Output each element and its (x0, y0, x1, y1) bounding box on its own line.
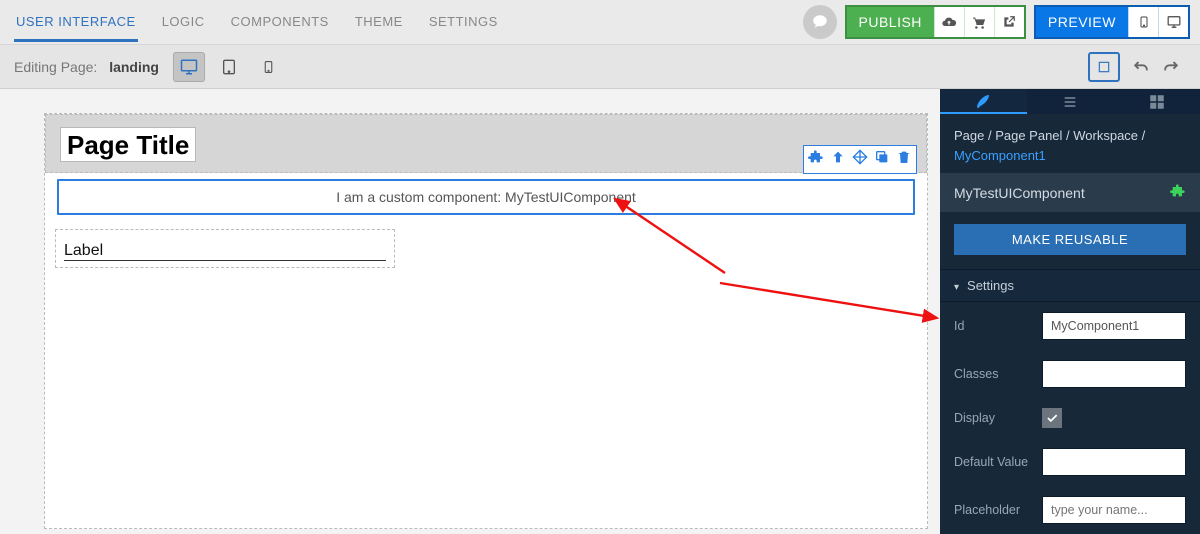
cart-icon[interactable] (964, 7, 994, 37)
cloud-upload-icon[interactable] (934, 7, 964, 37)
annotation-arrow-2 (715, 263, 940, 328)
canvas-area[interactable]: Page Title I am a custom component: MyTe… (0, 89, 940, 534)
mobile-icon[interactable] (1128, 7, 1158, 37)
nav-tabs: USER INTERFACE LOGIC COMPONENTS THEME SE… (14, 0, 500, 44)
field-classes-row: Classes (940, 350, 1200, 398)
move-icon[interactable] (852, 149, 868, 170)
field-id-input[interactable] (1042, 312, 1186, 340)
preview-label: PREVIEW (1036, 14, 1128, 30)
viewport-tablet-button[interactable] (213, 52, 245, 82)
redo-button[interactable] (1156, 52, 1186, 82)
breadcrumb-path[interactable]: Page / Page Panel / Workspace / (954, 128, 1145, 143)
make-reusable-button[interactable]: MAKE REUSABLE (954, 224, 1186, 255)
copy-icon[interactable] (874, 149, 890, 170)
tab-settings[interactable]: SETTINGS (427, 2, 500, 42)
page-frame[interactable]: Page Title I am a custom component: MyTe… (44, 113, 928, 529)
desktop-icon[interactable] (1158, 7, 1188, 37)
field-placeholder-row: Placeholder (940, 486, 1200, 534)
tab-components[interactable]: COMPONENTS (229, 2, 331, 42)
field-display-row: Display (940, 398, 1200, 438)
field-classes-label: Classes (954, 367, 1042, 381)
undo-button[interactable] (1126, 52, 1156, 82)
inspector-component-name-bar: MyTestUIComponent (940, 173, 1200, 212)
inspector-tab-style[interactable] (940, 89, 1027, 114)
breadcrumb-leaf[interactable]: MyComponent1 (954, 148, 1046, 163)
tab-user-interface[interactable]: USER INTERFACE (14, 2, 138, 42)
page-title[interactable]: Page Title (60, 127, 196, 162)
field-classes-input[interactable] (1042, 360, 1186, 388)
component-name: MyTestUIComponent (954, 185, 1085, 201)
sub-bar: Editing Page: landing (0, 45, 1200, 89)
viewport-desktop-button[interactable] (173, 52, 205, 82)
trash-icon[interactable] (896, 149, 912, 170)
field-default-value-input[interactable] (1042, 448, 1186, 476)
inspector-tab-grid[interactable] (1113, 89, 1200, 114)
puzzle-icon[interactable] (808, 149, 824, 170)
external-link-icon[interactable] (994, 7, 1024, 37)
preview-button[interactable]: PREVIEW (1034, 5, 1190, 39)
field-display-checkbox[interactable] (1042, 408, 1062, 428)
editing-page-name: landing (109, 59, 159, 75)
inspector-tab-list[interactable] (1027, 89, 1114, 114)
component-puzzle-icon (1170, 183, 1186, 202)
settings-section-header[interactable]: Settings (940, 269, 1200, 302)
tab-logic[interactable]: LOGIC (160, 2, 207, 42)
tab-theme[interactable]: THEME (353, 2, 405, 42)
publish-label: PUBLISH (847, 14, 934, 30)
label-component[interactable]: Label (55, 229, 395, 268)
viewport-mobile-button[interactable] (253, 52, 285, 82)
top-nav: USER INTERFACE LOGIC COMPONENTS THEME SE… (0, 0, 1200, 45)
field-id-row: Id (940, 302, 1200, 350)
inspector-tabs (940, 89, 1200, 114)
custom-component[interactable]: I am a custom component: MyTestUICompone… (57, 179, 915, 215)
publish-button[interactable]: PUBLISH (845, 5, 1026, 39)
chat-icon[interactable] (803, 5, 837, 39)
inspector-panel: Page / Page Panel / Workspace / MyCompon… (940, 89, 1200, 534)
field-default-value-label: Default Value (954, 455, 1042, 469)
field-placeholder-input[interactable] (1042, 496, 1186, 524)
label-text: Label (64, 242, 386, 261)
inspector-breadcrumb: Page / Page Panel / Workspace / MyCompon… (940, 114, 1200, 173)
selection-mode-button[interactable] (1088, 52, 1120, 82)
editing-page-prefix: Editing Page: (14, 59, 97, 75)
arrow-up-icon[interactable] (830, 149, 846, 170)
component-toolbar (803, 145, 917, 174)
field-display-label: Display (954, 411, 1042, 425)
page-header: Page Title (45, 114, 927, 173)
field-placeholder-label: Placeholder (954, 503, 1042, 517)
field-default-value-row: Default Value (940, 438, 1200, 486)
field-id-label: Id (954, 319, 1042, 333)
